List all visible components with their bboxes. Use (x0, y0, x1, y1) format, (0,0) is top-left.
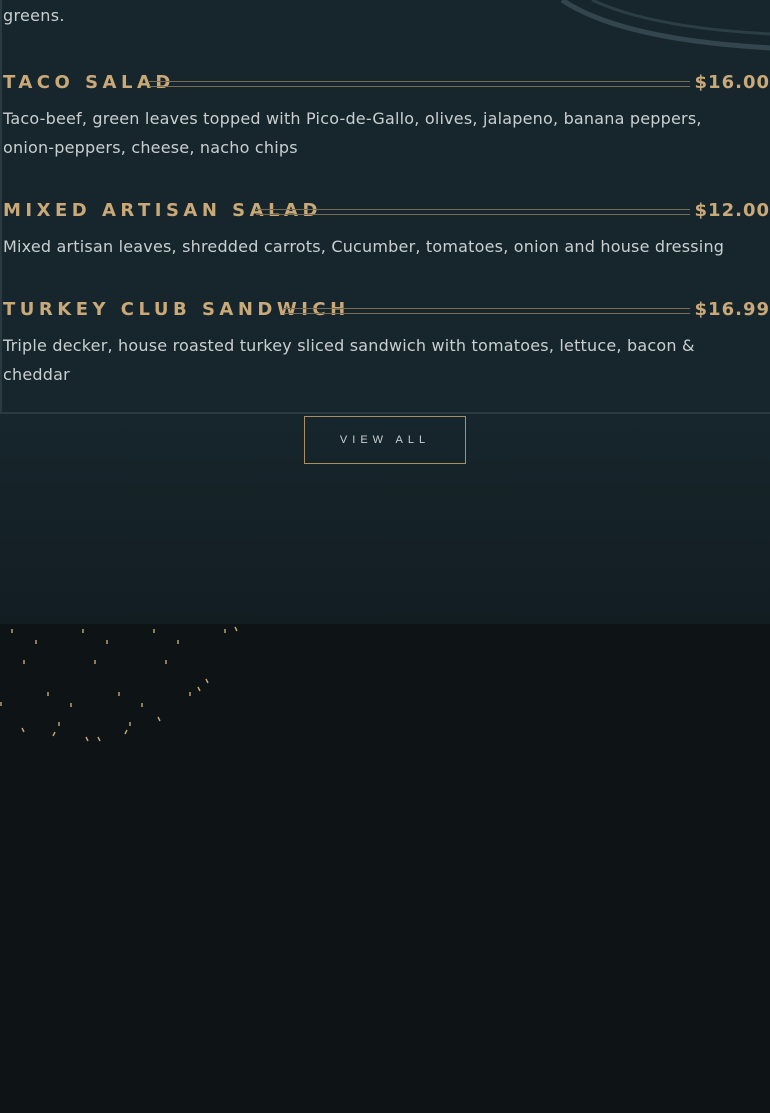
menu-item-description: Mixed artisan leaves, shredded carrots, … (3, 237, 725, 256)
decorative-dot-pattern (0, 626, 238, 742)
menu-item-price: $16.99 (694, 299, 770, 320)
view-all-button[interactable]: VIEW ALL (304, 416, 466, 464)
menu-item-description: Triple decker, house roasted turkey slic… (3, 336, 695, 384)
menu-item-description: Taco-beef, green leaves topped with Pico… (3, 109, 702, 157)
dotted-leader (256, 209, 690, 215)
menu-item-taco-salad: TACO SALAD $16.00 Taco-beef, green leave… (3, 72, 770, 162)
dotted-leader (149, 81, 690, 87)
previous-item-description-tail: greens. (3, 6, 65, 25)
menu-item-mixed-artisan-salad: MIXED ARTISAN SALAD $12.00 Mixed artisan… (3, 200, 770, 261)
menu-panel: greens. TACO SALAD $16.00 Taco-beef, gre… (0, 0, 770, 414)
menu-item-turkey-club-sandwich: TURKEY CLUB SANDWICH $16.99 Triple decke… (3, 299, 770, 389)
dotted-leader (284, 308, 690, 314)
menu-item-price: $16.00 (694, 72, 770, 93)
menu-item-price: $12.00 (694, 200, 770, 221)
